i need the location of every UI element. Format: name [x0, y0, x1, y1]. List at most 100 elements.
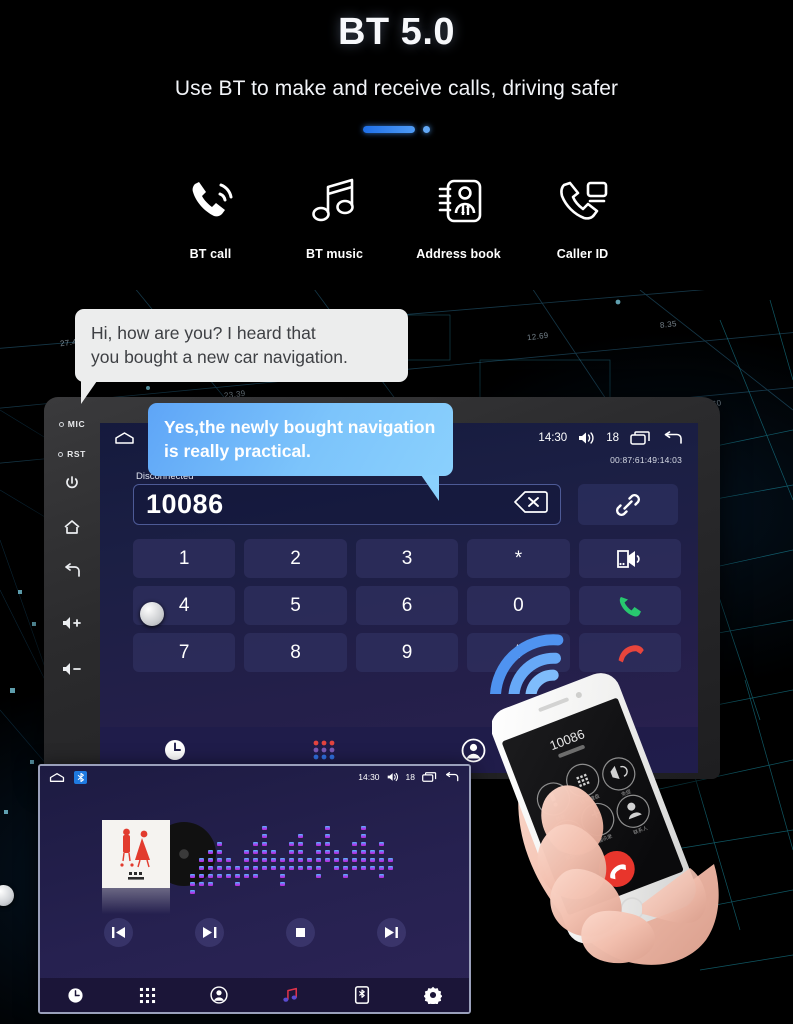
music-icon	[283, 987, 298, 1002]
music-bottom-nav	[40, 978, 469, 1012]
phone-number-input[interactable]: 10086	[133, 484, 561, 525]
pagination-dot[interactable]	[423, 126, 430, 133]
key-1[interactable]: 1	[133, 539, 236, 578]
volume-up-button[interactable]	[44, 615, 100, 631]
home-icon[interactable]	[49, 772, 65, 783]
bluetooth-mac-address: 00:87:61:49:14:03	[610, 455, 682, 465]
key-8[interactable]: 8	[244, 633, 347, 672]
page-title: BT 5.0	[337, 11, 456, 53]
address-book-icon	[397, 168, 521, 234]
music-status-bar: 14:30 18	[40, 766, 469, 788]
apps-grid-icon	[139, 987, 155, 1003]
next-track-button[interactable]	[376, 918, 406, 947]
contacts-icon	[210, 986, 228, 1004]
speaker-phone-icon	[617, 549, 640, 568]
key-5[interactable]: 5	[244, 586, 347, 625]
home-button[interactable]	[44, 519, 100, 535]
feature-label: Address book	[416, 247, 501, 261]
call-end-icon	[618, 644, 644, 662]
volume-down-icon	[63, 663, 81, 675]
nav-clock[interactable]	[100, 738, 250, 762]
bubble-tail	[81, 381, 97, 405]
stop-button[interactable]	[285, 918, 315, 947]
bg-number: 8.35	[659, 319, 678, 330]
bluetooth-badge[interactable]	[74, 770, 87, 784]
nav-contacts[interactable]	[183, 986, 255, 1004]
car-head-unit-music: 14:30 18	[38, 764, 471, 1014]
music-transport-controls	[40, 918, 469, 947]
nav-bt-phone[interactable]	[326, 986, 398, 1004]
caller-id-icon	[521, 168, 645, 234]
volume-down-button[interactable]	[44, 661, 100, 677]
recent-apps-icon[interactable]	[422, 772, 437, 782]
feature-bt-call[interactable]: BT call	[149, 168, 273, 261]
back-icon	[65, 563, 80, 577]
nav-apps[interactable]	[112, 987, 184, 1004]
home-icon[interactable]	[114, 431, 135, 445]
feature-address-book[interactable]: Address book	[397, 168, 521, 261]
call-answer-button[interactable]	[578, 586, 681, 625]
call-end-button[interactable]	[578, 633, 681, 672]
call-answer-icon	[619, 596, 641, 617]
key-2[interactable]: 2	[244, 539, 347, 578]
back-button[interactable]	[44, 563, 100, 579]
contacts-icon	[461, 738, 486, 762]
music-unit-screen: 14:30 18	[40, 766, 469, 1012]
feature-icon-row: BT call BT music Address book Caller ID	[0, 168, 793, 261]
nav-settings[interactable]	[398, 986, 470, 1004]
feature-label: BT call	[189, 247, 232, 261]
album-art	[102, 820, 170, 888]
dialpad-icon	[313, 740, 335, 760]
status-bar-right: 14:30 18	[538, 431, 684, 445]
power-icon	[66, 476, 78, 489]
music-note-icon	[273, 168, 397, 234]
bubble-tail	[421, 475, 439, 502]
key-7[interactable]: 7	[133, 633, 236, 672]
bubble-line-1: Hi, how are you? I heard that	[91, 323, 316, 343]
volume-up-icon	[63, 617, 81, 629]
feature-bt-music[interactable]: BT music	[273, 168, 397, 261]
settings-gear-icon	[424, 986, 443, 1004]
hand-holding-phone: 10086 静音拨号键盘免提 添加通话通讯录联系人	[492, 673, 719, 965]
power-button[interactable]	[44, 475, 100, 491]
play-pause-button[interactable]	[194, 918, 224, 947]
home-icon	[64, 520, 80, 534]
key-6[interactable]: 6	[355, 586, 459, 625]
speech-bubble-left: Hi, how are you? I heard that you bought…	[75, 309, 408, 405]
clock-icon	[164, 740, 185, 760]
volume-icon[interactable]	[387, 772, 399, 782]
reset-label: RST	[67, 449, 86, 459]
equalizer-visualizer	[190, 826, 393, 894]
pagination-indicator[interactable]	[0, 126, 793, 133]
phone-call-icon	[149, 168, 273, 234]
status-time: 14:30	[538, 432, 568, 444]
bluetooth-icon	[77, 772, 84, 782]
recent-apps-icon[interactable]	[630, 431, 651, 445]
key-9[interactable]: 9	[355, 633, 459, 672]
key-3[interactable]: 3	[355, 539, 459, 578]
mic-dot-icon	[58, 421, 64, 427]
stop-icon	[295, 928, 305, 937]
bubble-line-1: Yes,the newly bought navigation	[164, 417, 436, 437]
pagination-active-bar[interactable]	[363, 126, 415, 133]
backspace-icon[interactable]	[514, 490, 548, 519]
reset-button[interactable]: RST	[44, 449, 100, 459]
nav-music[interactable]	[255, 987, 327, 1004]
nav-clock[interactable]	[40, 987, 112, 1004]
head-unit-volume-knob[interactable]	[140, 602, 164, 626]
prev-track-button[interactable]	[103, 918, 133, 947]
key-star[interactable]: *	[467, 539, 570, 578]
status-volume-level: 18	[606, 432, 619, 444]
phone-number-value: 10086	[146, 489, 224, 519]
feature-caller-id[interactable]: Caller ID	[521, 168, 645, 261]
page-subtitle: Use BT to make and receive calls, drivin…	[174, 77, 619, 100]
dialpad: 1 2 3 * 4 5 6 0 7 8 9 #	[133, 539, 681, 672]
volume-icon[interactable]	[578, 431, 595, 445]
head-unit-side-buttons: MIC RST	[44, 397, 100, 779]
back-icon[interactable]	[444, 772, 460, 782]
back-icon[interactable]	[662, 431, 684, 445]
reset-dot-icon	[58, 451, 64, 457]
bluetooth-link-button[interactable]	[578, 484, 678, 525]
nav-dialpad[interactable]	[250, 739, 400, 761]
speaker-phone-button[interactable]	[578, 539, 681, 578]
